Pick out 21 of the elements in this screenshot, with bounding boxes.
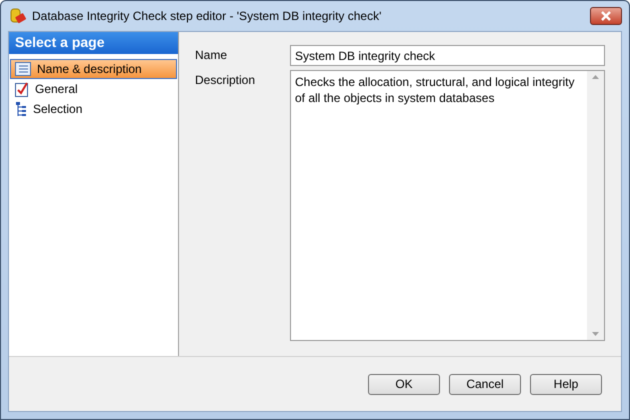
close-icon	[600, 11, 612, 21]
tree-icon	[15, 102, 27, 116]
list-icon	[15, 62, 31, 76]
checklist-icon	[15, 82, 29, 96]
field-label: Description	[195, 72, 256, 87]
dialog-button[interactable]: Cancel	[449, 374, 521, 394]
sidebar-item[interactable]: General	[10, 79, 177, 99]
window-title: Database Integrity Check step editor - 'System DB integrity check'	[32, 9, 382, 23]
sidebar-header: Select a page	[9, 32, 178, 54]
name-field[interactable]: System DB integrity check	[290, 45, 605, 66]
field-label: Name	[195, 47, 228, 62]
sidebar-item[interactable]: Selection	[10, 99, 177, 119]
scroll-up-icon[interactable]	[592, 75, 599, 79]
close-button[interactable]	[590, 7, 622, 25]
sidebar-item[interactable]: Name & description	[10, 59, 177, 79]
description-field[interactable]: Checks the allocation, structural, and logical integrity of all the objects in system databases	[290, 70, 605, 341]
dialog-button[interactable]: Help	[530, 374, 602, 394]
dialog-button[interactable]: OK	[368, 374, 440, 394]
scroll-down-icon[interactable]	[592, 332, 599, 336]
scrollbar[interactable]	[587, 71, 604, 340]
database-icon	[10, 8, 26, 24]
